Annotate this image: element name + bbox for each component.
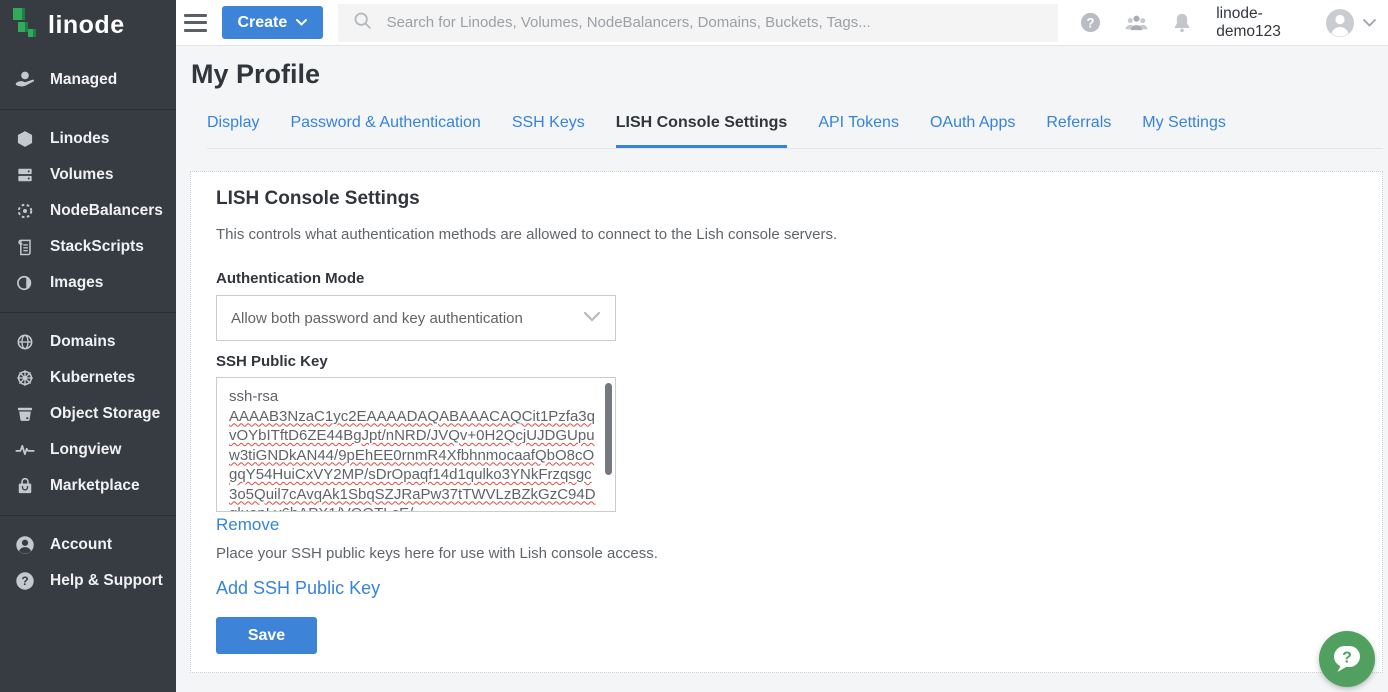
sidebar-item-volumes[interactable]: Volumes xyxy=(0,157,176,193)
menu-toggle-icon[interactable] xyxy=(184,14,207,32)
tab-oauth-apps[interactable]: OAuth Apps xyxy=(930,114,1015,148)
svg-text:?: ? xyxy=(21,574,28,588)
longview-icon xyxy=(13,438,37,462)
sidebar-item-linodes[interactable]: Linodes xyxy=(0,121,176,157)
profile-tabs: Display Password & Authentication SSH Ke… xyxy=(207,114,1383,149)
sidebar-divider xyxy=(0,312,176,313)
tab-lish-console-settings[interactable]: LISH Console Settings xyxy=(616,114,788,148)
sidebar-divider xyxy=(0,109,176,110)
tab-my-settings[interactable]: My Settings xyxy=(1142,114,1226,148)
notifications-bell-icon[interactable] xyxy=(1171,11,1193,35)
sidebar-item-help-support[interactable]: ? Help & Support xyxy=(0,563,176,599)
page-title: My Profile xyxy=(191,56,1383,92)
ssh-key-prefix: ssh-rsa xyxy=(229,388,278,405)
domains-icon xyxy=(13,330,37,354)
ssh-key-value: AAAAB3NzaC1yc2EAAAADAQABAAACAQCit1Pzfa3q… xyxy=(229,408,596,513)
managed-icon xyxy=(13,68,37,92)
avatar[interactable] xyxy=(1325,8,1355,38)
sidebar-item-account[interactable]: Account xyxy=(0,527,176,563)
marketplace-icon xyxy=(13,474,37,498)
topbar-icons: ? linode-demo123 xyxy=(1058,5,1388,41)
create-button[interactable]: Create xyxy=(222,6,322,39)
sidebar-item-kubernetes[interactable]: Kubernetes xyxy=(0,360,176,396)
linode-icon xyxy=(13,127,37,151)
sidebar-nav: Managed Linodes Volumes NodeBalancers St… xyxy=(0,50,176,599)
textarea-scrollbar-thumb[interactable] xyxy=(605,383,612,475)
lish-settings-panel: LISH Console Settings This controls what… xyxy=(190,171,1383,673)
panel-title: LISH Console Settings xyxy=(216,188,1358,210)
chevron-down-icon xyxy=(296,19,307,26)
tab-api-tokens[interactable]: API Tokens xyxy=(818,114,899,148)
ssh-key-helper-text: Place your SSH public keys here for use … xyxy=(216,545,1358,562)
sidebar-item-images[interactable]: Images xyxy=(0,265,176,301)
volumes-icon xyxy=(13,163,37,187)
search-icon xyxy=(352,10,373,36)
auth-mode-select[interactable]: Allow both password and key authenticati… xyxy=(216,295,616,341)
tab-display[interactable]: Display xyxy=(207,114,259,148)
auth-mode-selected-value: Allow both password and key authenticati… xyxy=(231,310,583,327)
tab-ssh-keys[interactable]: SSH Keys xyxy=(512,114,585,148)
svg-text:?: ? xyxy=(1087,15,1095,30)
images-icon xyxy=(13,271,37,295)
kubernetes-icon xyxy=(13,366,37,390)
remove-key-link[interactable]: Remove xyxy=(216,515,279,535)
linode-logo-icon xyxy=(10,6,42,45)
sidebar-item-stackscripts[interactable]: StackScripts xyxy=(0,229,176,265)
linode-logo[interactable]: linode xyxy=(0,0,176,50)
nodebalancers-icon xyxy=(13,199,37,223)
stackscripts-icon xyxy=(13,235,37,259)
search-input[interactable] xyxy=(387,14,1027,31)
account-menu-chevron-icon[interactable] xyxy=(1363,19,1376,27)
help-icon: ? xyxy=(13,569,37,593)
tab-referrals[interactable]: Referrals xyxy=(1046,114,1111,148)
save-button[interactable]: Save xyxy=(216,617,317,654)
linode-logo-text: linode xyxy=(48,11,125,40)
add-ssh-public-key-link[interactable]: Add SSH Public Key xyxy=(216,578,380,599)
ssh-public-key-textarea[interactable]: ssh-rsa AAAAB3NzaC1yc2EAAAADAQABAAACAQCi… xyxy=(216,377,616,512)
account-icon xyxy=(13,533,37,557)
community-icon[interactable] xyxy=(1123,11,1150,34)
ssh-key-label: SSH Public Key xyxy=(216,353,1358,370)
topbar: Create ? linode-demo123 xyxy=(176,0,1388,46)
object-storage-icon xyxy=(13,402,37,426)
sidebar-item-object-storage[interactable]: Object Storage xyxy=(0,396,176,432)
tab-password-authentication[interactable]: Password & Authentication xyxy=(290,114,480,148)
svg-text:?: ? xyxy=(1342,649,1352,666)
search-bar xyxy=(338,4,1059,42)
help-circle-icon[interactable]: ? xyxy=(1079,11,1102,34)
sidebar-item-managed[interactable]: Managed xyxy=(0,62,176,98)
account-menu-username[interactable]: linode-demo123 xyxy=(1216,5,1316,41)
panel-description: This controls what authentication method… xyxy=(216,226,1358,243)
auth-mode-label: Authentication Mode xyxy=(216,270,1358,287)
sidebar-item-nodebalancers[interactable]: NodeBalancers xyxy=(0,193,176,229)
sidebar-item-domains[interactable]: Domains xyxy=(0,324,176,360)
main-content: My Profile Display Password & Authentica… xyxy=(176,46,1388,692)
sidebar-item-longview[interactable]: Longview xyxy=(0,432,176,468)
sidebar-item-marketplace[interactable]: Marketplace xyxy=(0,468,176,504)
sidebar: linode Managed Linodes Volumes NodeBalan… xyxy=(0,0,176,692)
sidebar-divider xyxy=(0,515,176,516)
select-chevron-down-icon xyxy=(583,309,601,327)
help-bubble-icon: ? xyxy=(1330,641,1364,678)
help-fab-button[interactable]: ? xyxy=(1319,631,1375,687)
